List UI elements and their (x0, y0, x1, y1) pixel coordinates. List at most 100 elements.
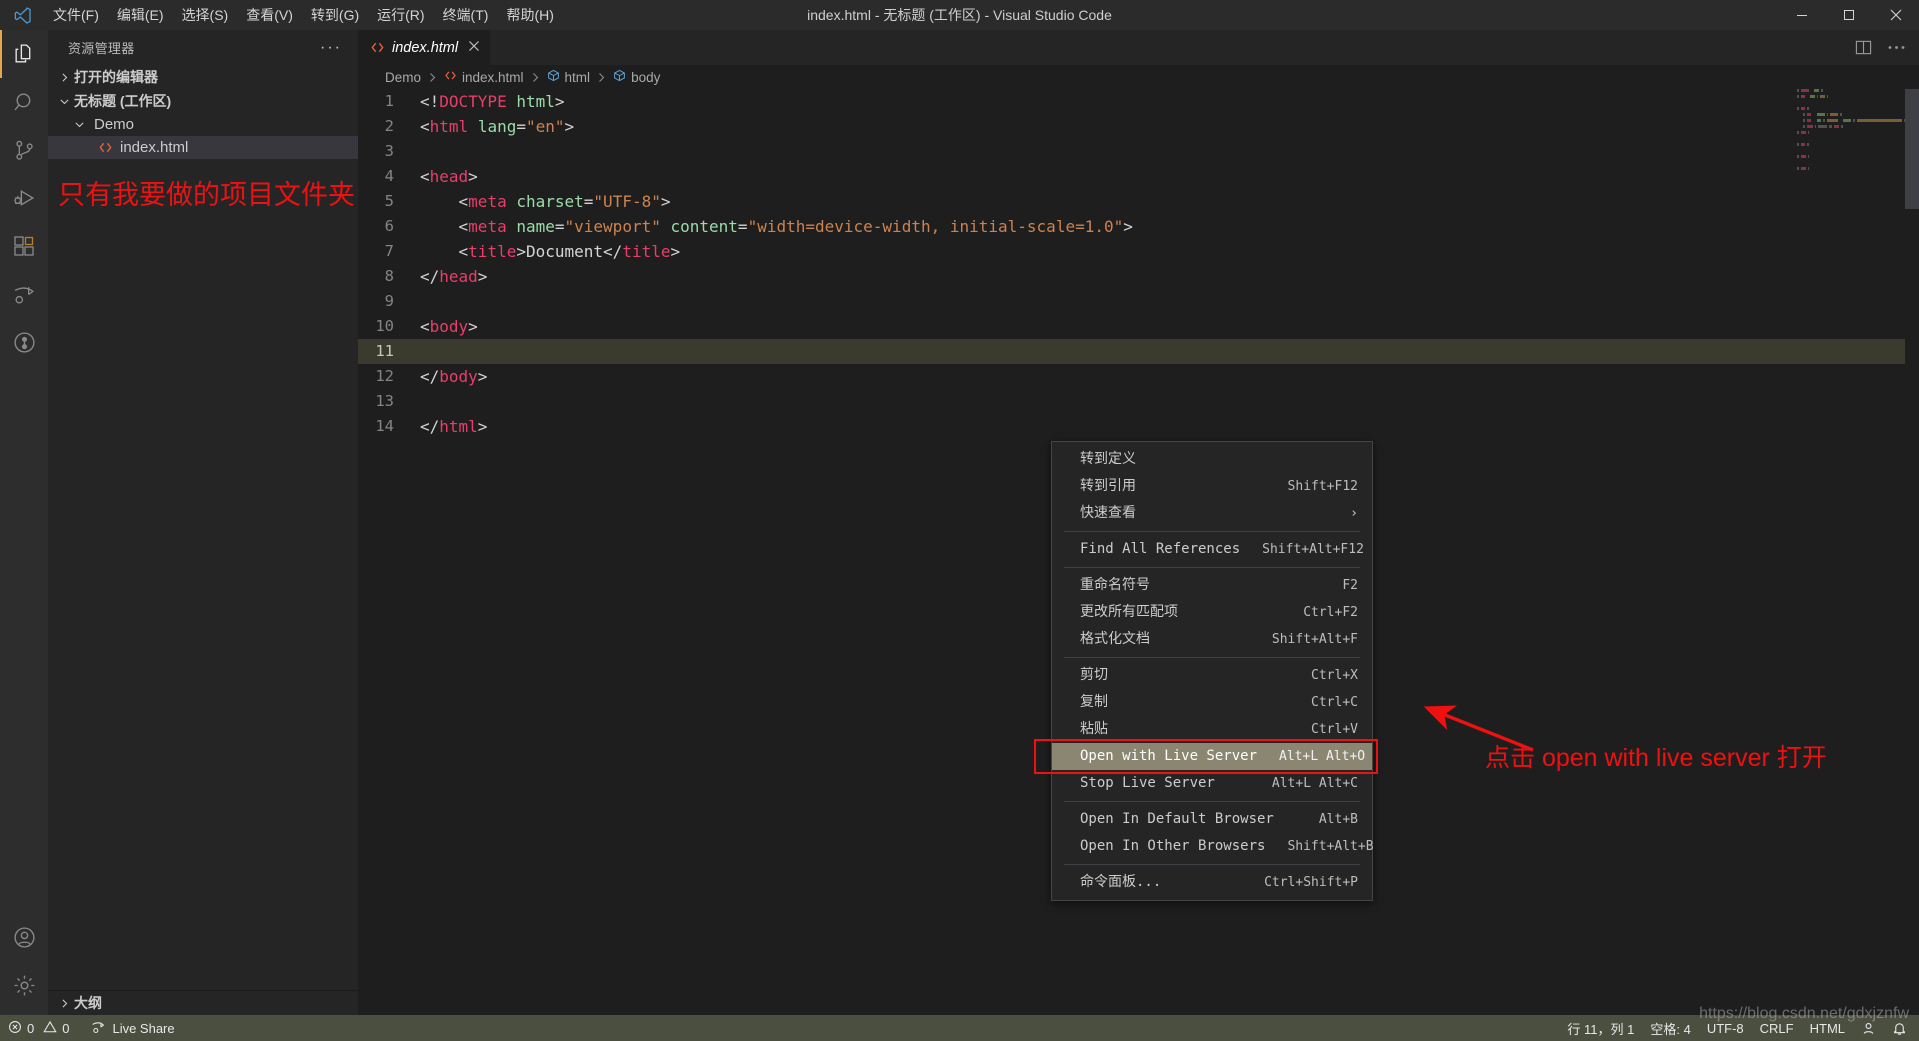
code-line[interactable]: 6 <meta name="viewport" content="width=d… (358, 214, 1919, 239)
menu-file[interactable]: 文件(F) (44, 0, 108, 30)
code-line[interactable]: 8 </head> (358, 264, 1919, 289)
code-line[interactable]: 4 <head> (358, 164, 1919, 189)
split-editor-icon[interactable] (1855, 39, 1872, 56)
source-control-icon[interactable] (0, 126, 48, 174)
tree-item-label: Demo (94, 116, 135, 133)
line-number: 9 (384, 292, 394, 310)
breadcrumb-item-demo[interactable]: Demo (383, 70, 423, 85)
section-workspace[interactable]: 无标题 (工作区) (48, 89, 358, 113)
menu-item-shortcut: Ctrl+V (1311, 722, 1358, 737)
menu-item-[interactable]: 剪切 Ctrl+X (1052, 662, 1372, 689)
status-cursor-position[interactable]: 行 11，列 1 (1559, 1015, 1642, 1041)
line-number: 7 (384, 242, 394, 260)
tree-item-index-html[interactable]: index.html (48, 136, 358, 159)
title-bar: 文件(F) 编辑(E) 选择(S) 查看(V) 转到(G) 运行(R) 终端(T… (0, 0, 1919, 30)
html-file-icon (96, 140, 114, 155)
menu-item-[interactable]: 快速查看 › (1052, 500, 1372, 527)
run-and-debug-icon[interactable] (0, 174, 48, 222)
extensions-icon[interactable] (0, 222, 48, 270)
search-icon[interactable] (0, 78, 48, 126)
editor-context-menu[interactable]: 转到定义 转到引用 Shift+F12 快速查看 › Find All Reference… (1034, 441, 1378, 901)
editor-text-area[interactable]: 1 <!DOCTYPE html> 2 <html lang="en"> 3 4 <head… (358, 89, 1919, 1015)
menu-item-[interactable]: 粘贴 Ctrl+V (1052, 716, 1372, 743)
scrollbar-thumb[interactable] (1905, 89, 1919, 209)
status-live-share[interactable]: Live Share (83, 1015, 182, 1041)
menu-item-open-with-live-server[interactable]: Open with Live Server Alt+L Alt+O (1052, 743, 1372, 770)
menu-item-label: Find All References (1080, 541, 1241, 557)
menu-item-[interactable]: 命令面板... Ctrl+Shift+P (1052, 869, 1372, 896)
code-line[interactable]: 9 (358, 289, 1919, 314)
breadcrumb-separator-icon (526, 72, 545, 83)
html-file-icon (444, 69, 457, 85)
menu-item-stop-live-server[interactable]: Stop Live Server Alt+L Alt+C (1052, 770, 1372, 797)
maximize-icon[interactable] (1825, 0, 1872, 30)
menu-item-label: 重命名符号 (1080, 577, 1150, 593)
menu-item-label: 命令面板... (1080, 874, 1162, 890)
settings-gear-icon[interactable] (0, 961, 48, 1009)
more-actions-icon[interactable] (1888, 45, 1905, 50)
code-line[interactable]: 12 </body> (358, 364, 1919, 389)
menu-item-[interactable]: 转到引用 Shift+F12 (1052, 473, 1372, 500)
menu-item-find-all-references[interactable]: Find All References Shift+Alt+F12 (1052, 536, 1372, 563)
code-text: </body> (420, 367, 488, 386)
breadcrumb-label: html (564, 69, 591, 85)
code-line[interactable]: 3 (358, 139, 1919, 164)
minimize-icon[interactable] (1778, 0, 1825, 30)
menu-item-shortcut: Alt+L Alt+C (1271, 776, 1358, 791)
minimap-line (1795, 95, 1905, 99)
editor-scrollbar[interactable] (1905, 89, 1919, 1015)
menu-item-[interactable]: 重命名符号 F2 (1052, 572, 1372, 599)
code-text: </head> (420, 267, 488, 286)
menu-item-open-in-default-browser[interactable]: Open In Default Browser Alt+B (1052, 806, 1372, 833)
code-line[interactable]: 13 (358, 389, 1919, 414)
menu-separator (1064, 567, 1360, 568)
line-number: 1 (384, 92, 394, 110)
menu-run[interactable]: 运行(R) (368, 0, 433, 30)
sidebar-more-actions-icon[interactable]: ··· (310, 39, 352, 57)
minimap-line (1795, 143, 1905, 147)
menu-item-[interactable]: 更改所有匹配项 Ctrl+F2 (1052, 599, 1372, 626)
menu-go[interactable]: 转到(G) (302, 0, 368, 30)
menu-item-shortcut: Ctrl+C (1311, 695, 1358, 710)
menu-help[interactable]: 帮助(H) (497, 0, 562, 30)
menu-item-open-in-other-browsers[interactable]: Open In Other Browsers Shift+Alt+B (1052, 833, 1374, 860)
breadcrumb-item-index-html[interactable]: index.html (442, 69, 526, 85)
code-line[interactable]: 2 <html lang="en"> (358, 114, 1919, 139)
close-icon[interactable] (468, 39, 480, 56)
menu-item-shortcut: Ctrl+F2 (1303, 605, 1358, 620)
menu-terminal[interactable]: 终端(T) (434, 0, 498, 30)
breadcrumb-item-body[interactable]: body (611, 69, 662, 85)
breadcrumb-item-html[interactable]: html (545, 69, 593, 85)
code-text: <meta name="viewport" content="width=dev… (458, 217, 1133, 236)
minimap[interactable] (1795, 89, 1905, 1015)
section-outline[interactable]: 大纲 (48, 991, 358, 1015)
line-number: 14 (375, 417, 394, 435)
menu-selection[interactable]: 选择(S) (173, 0, 238, 30)
status-problems[interactable]: 0 0 (0, 1015, 77, 1041)
code-line[interactable]: 14 </html> (358, 414, 1919, 439)
code-line[interactable]: 11 (358, 339, 1919, 364)
code-line[interactable]: 5 <meta charset="UTF-8"> (358, 189, 1919, 214)
close-icon[interactable] (1872, 0, 1919, 30)
code-line[interactable]: 7 <title>Document</title> (358, 239, 1919, 264)
menu-item-[interactable]: 复制 Ctrl+C (1052, 689, 1372, 716)
tree-item-demo-folder[interactable]: Demo (48, 113, 358, 136)
menu-edit[interactable]: 编辑(E) (108, 0, 173, 30)
explorer-icon[interactable] (0, 30, 48, 78)
remote-explorer-icon[interactable] (0, 318, 48, 366)
menu-item-[interactable]: 转到定义 (1052, 446, 1372, 473)
warning-icon (43, 1020, 57, 1037)
accounts-icon[interactable] (0, 913, 48, 961)
line-number: 2 (384, 117, 394, 135)
section-open-editors[interactable]: 打开的编辑器 (48, 65, 358, 89)
tab-index-html[interactable]: index.html (358, 30, 492, 65)
minimap-line (1795, 119, 1905, 123)
live-share-icon[interactable] (0, 270, 48, 318)
status-indentation[interactable]: 空格: 4 (1642, 1015, 1698, 1041)
code-line[interactable]: 1 <!DOCTYPE html> (358, 89, 1919, 114)
code-line[interactable]: 10 <body> (358, 314, 1919, 339)
page-watermark: https://blog.csdn.net/gdxjznfw (1699, 1005, 1909, 1022)
menu-view[interactable]: 查看(V) (237, 0, 302, 30)
menu-item-[interactable]: 格式化文档 Shift+Alt+F (1052, 626, 1372, 653)
section-open-editors-label: 打开的编辑器 (74, 69, 158, 85)
